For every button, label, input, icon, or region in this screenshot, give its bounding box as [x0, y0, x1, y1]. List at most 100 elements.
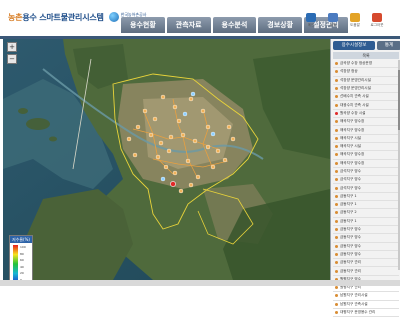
list-item-label: 매곡지구 시설: [340, 135, 361, 140]
help-button[interactable]: 도움말: [346, 13, 364, 28]
satellite-map[interactable]: + − 저수율(%) 100 80 60 40 20 0: [3, 39, 330, 280]
legend-color-scale: [13, 245, 18, 280]
list-item-label: 금동지구 양수: [340, 227, 361, 232]
list-item[interactable]: 매곡지구 시설: [333, 143, 399, 152]
list-item[interactable]: 남원지구 관측시설: [333, 301, 399, 309]
header-icons: 메인 회원 도움말 로그아웃: [302, 13, 386, 28]
list-item-label: 매곡지구 양수장: [340, 119, 365, 124]
list-item[interactable]: 석장양 정상: [333, 68, 399, 77]
logo-title: 농촌용수 스마트물관리시스템: [8, 12, 104, 23]
home-button[interactable]: 메인: [302, 13, 320, 28]
list-item[interactable]: 금동지구 관리: [333, 267, 399, 276]
list-item-label: 금동지구 양수: [340, 235, 361, 240]
list-item[interactable]: 남원지구 관리시설: [333, 292, 399, 301]
list-item[interactable]: 매곡지구 양수장: [333, 160, 399, 168]
menu-water-status[interactable]: 용수현황: [121, 17, 165, 33]
facility-marker-icon: [335, 236, 338, 240]
list-item[interactable]: 원곡양 수장 시설: [333, 110, 399, 119]
list-item[interactable]: 석장양 운영관리시설: [333, 85, 399, 94]
facility-marker-icon: [335, 286, 338, 290]
menu-observation-data[interactable]: 관측자료: [166, 17, 211, 33]
panel-tabs: 용수시설정보 통계: [333, 41, 400, 50]
list-item[interactable]: 석장양 운영관리시설: [333, 77, 399, 85]
map-legend: 저수율(%) 100 80 60 40 20 0: [9, 235, 33, 280]
facility-marker-icon: [335, 62, 338, 66]
list-item-label: 금동지구 1: [340, 193, 357, 198]
list-item[interactable]: 선배수지 관측 시설: [333, 93, 399, 102]
facility-marker-icon: [335, 228, 338, 232]
list-item[interactable]: 금동지구 2: [333, 209, 399, 218]
list-item[interactable]: 대평지구 운영용수 관리: [333, 309, 399, 317]
list-header: 목록: [333, 52, 399, 59]
help-icon: [350, 13, 360, 22]
map-zoom-controls: + −: [7, 42, 19, 82]
list-item-label: 원곡양 수장 시설: [340, 110, 366, 115]
facility-marker-icon: [335, 311, 338, 315]
list-item[interactable]: 대광수지 관측 시설: [333, 101, 399, 110]
menu-water-analysis[interactable]: 용수분석: [212, 17, 257, 33]
facility-marker-icon: [335, 136, 338, 140]
list-item[interactable]: 금동지구 양수: [333, 226, 399, 235]
zoom-out-icon[interactable]: −: [7, 54, 17, 64]
list-item-label: 매곡지구 양수장: [340, 160, 365, 165]
facility-marker-icon: [335, 120, 338, 124]
user-button[interactable]: 회원: [324, 13, 342, 28]
zoom-in-icon[interactable]: +: [7, 42, 17, 52]
facility-marker-icon: [335, 261, 338, 265]
list-item[interactable]: 금동지구 양수: [333, 243, 399, 251]
list-item-label: 금동지구 관리: [340, 260, 361, 265]
icon-caption: 도움말: [350, 23, 360, 27]
logout-button[interactable]: 로그아웃: [368, 13, 386, 28]
alert-marker-icon: [335, 111, 338, 115]
list-item[interactable]: 금석지구 양수: [333, 176, 399, 185]
facility-list: 금곡양 수장 정상운영 석장양 정상 석장양 운영관리시설 석장양 운영관리시설 선배수…: [333, 60, 399, 317]
legend-title: 저수율(%): [10, 236, 32, 243]
facility-marker-icon: [335, 186, 338, 190]
list-item[interactable]: 금석지구 양수: [333, 184, 399, 193]
facility-marker-icon: [335, 161, 338, 165]
list-item[interactable]: 금곡양 수장 정상운영: [333, 60, 399, 69]
menu-alert-status[interactable]: 경보상황: [258, 17, 303, 33]
list-item[interactable]: 금동지구 양수: [333, 234, 399, 243]
legend-tick: 100: [20, 245, 26, 249]
list-item-label: 금동지구 1: [340, 218, 357, 223]
facility-marker-icon: [335, 219, 338, 223]
list-item-label: 금동지구 양수: [340, 251, 361, 256]
list-item-label: 금동지구 관리: [340, 268, 361, 273]
logo-accent: 농촌: [8, 12, 23, 22]
list-item-label: 매곡지구 양수장: [340, 127, 365, 132]
list-item-label: 금동지구 1: [340, 202, 357, 207]
facility-marker-icon: [335, 153, 338, 157]
legend-ticks: 100 80 60 40 20 0: [20, 244, 26, 280]
list-item[interactable]: 금동지구 1: [333, 193, 399, 202]
facility-marker-icon: [335, 103, 338, 107]
icon-caption: 메인: [307, 23, 315, 27]
app-header: 농촌용수 스마트물관리시스템 한국농어촌공사 농업기반지원시스템 용수현황 관측…: [0, 0, 400, 36]
list-item-label: 석장양 운영관리시설: [340, 77, 371, 82]
list-item-label: 금석지구 양수: [340, 169, 361, 173]
list-item[interactable]: 매곡지구 양수장: [333, 126, 399, 135]
list-item[interactable]: 금동지구 양수: [333, 251, 399, 260]
list-item-label: 대광수지 관측 시설: [340, 102, 369, 107]
facility-marker-icon: [335, 269, 338, 273]
list-item[interactable]: 매곡지구 양수장: [333, 151, 399, 160]
list-item[interactable]: 금동지구 관리: [333, 259, 399, 268]
facility-marker-icon: [335, 211, 338, 215]
list-item-label: 석장양 정상: [340, 69, 358, 74]
list-item[interactable]: 매곡지구 양수장: [333, 118, 399, 127]
home-icon: [306, 13, 316, 22]
list-item[interactable]: 금석지구 양수: [333, 168, 399, 177]
facility-marker-icon: [335, 78, 338, 82]
list-item[interactable]: 금동지구 1: [333, 201, 399, 210]
facility-marker-icon: [335, 170, 338, 173]
tab-statistics[interactable]: 통계: [377, 41, 400, 50]
list-item-label: 금석지구 양수: [340, 185, 361, 190]
list-item-label: 금동지구 양수: [340, 243, 361, 248]
tab-facility-info[interactable]: 용수시설정보: [333, 41, 375, 50]
user-icon: [328, 13, 338, 22]
list-item[interactable]: 매곡지구 시설: [333, 135, 399, 143]
list-item[interactable]: 금동지구 1: [333, 218, 399, 226]
facility-marker-icon: [335, 302, 338, 306]
icon-caption: 로그아웃: [370, 23, 384, 27]
list-item-label: 매곡지구 시설: [340, 144, 361, 149]
